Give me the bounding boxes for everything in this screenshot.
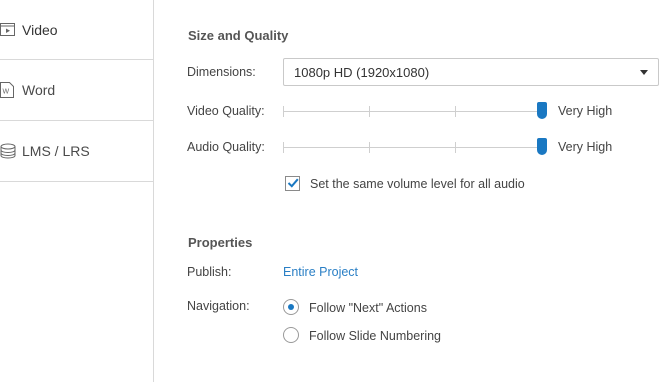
svg-text:W: W (3, 89, 10, 96)
audio-quality-slider[interactable] (283, 138, 547, 158)
slider-tick (369, 142, 370, 153)
sidebar-item-label: Word (22, 82, 56, 98)
slider-track (283, 111, 543, 112)
slider-tick (283, 142, 284, 153)
word-icon: W (0, 82, 16, 98)
publish-label: Publish: (187, 265, 232, 279)
sidebar-item-label: Video (22, 22, 58, 38)
video-quality-slider[interactable] (283, 102, 547, 122)
video-quality-label: Video Quality: (187, 104, 265, 118)
slider-thumb[interactable] (537, 102, 547, 119)
same-volume-checkbox[interactable] (285, 176, 300, 191)
divider (0, 181, 153, 182)
slider-track (283, 147, 543, 148)
sidebar-item-word[interactable]: W Word (0, 60, 153, 120)
sidebar-item-video[interactable]: Video (0, 0, 153, 60)
audio-quality-value: Very High (558, 140, 613, 154)
publish-link[interactable]: Entire Project (283, 265, 358, 279)
radio-follow-slide-numbering[interactable] (283, 327, 299, 343)
radio-follow-next-actions[interactable] (283, 299, 299, 315)
radio-label[interactable]: Follow Slide Numbering (309, 329, 441, 343)
database-icon (0, 143, 16, 159)
dimensions-value: 1080p HD (1920x1080) (294, 65, 430, 80)
radio-label[interactable]: Follow "Next" Actions (309, 301, 427, 315)
section-title-properties: Properties (188, 235, 253, 250)
slider-tick (455, 106, 456, 117)
dimensions-label: Dimensions: (187, 65, 256, 79)
dimensions-dropdown[interactable]: 1080p HD (1920x1080) (283, 58, 659, 86)
video-icon (0, 22, 16, 38)
slider-tick (455, 142, 456, 153)
slider-tick (369, 106, 370, 117)
chevron-down-icon (640, 70, 648, 75)
video-quality-value: Very High (558, 104, 613, 118)
sidebar: Video W Word LMS / LRS (0, 0, 154, 382)
slider-thumb[interactable] (537, 138, 547, 155)
same-volume-label[interactable]: Set the same volume level for all audio (310, 177, 525, 191)
checkmark-icon (287, 178, 299, 188)
navigation-label: Navigation: (187, 299, 250, 313)
radio-dot (288, 304, 294, 310)
section-title-size-quality: Size and Quality (188, 28, 289, 43)
sidebar-item-label: LMS / LRS (22, 143, 90, 159)
audio-quality-label: Audio Quality: (187, 140, 265, 154)
slider-tick (283, 106, 284, 117)
sidebar-item-lms-lrs[interactable]: LMS / LRS (0, 121, 153, 181)
